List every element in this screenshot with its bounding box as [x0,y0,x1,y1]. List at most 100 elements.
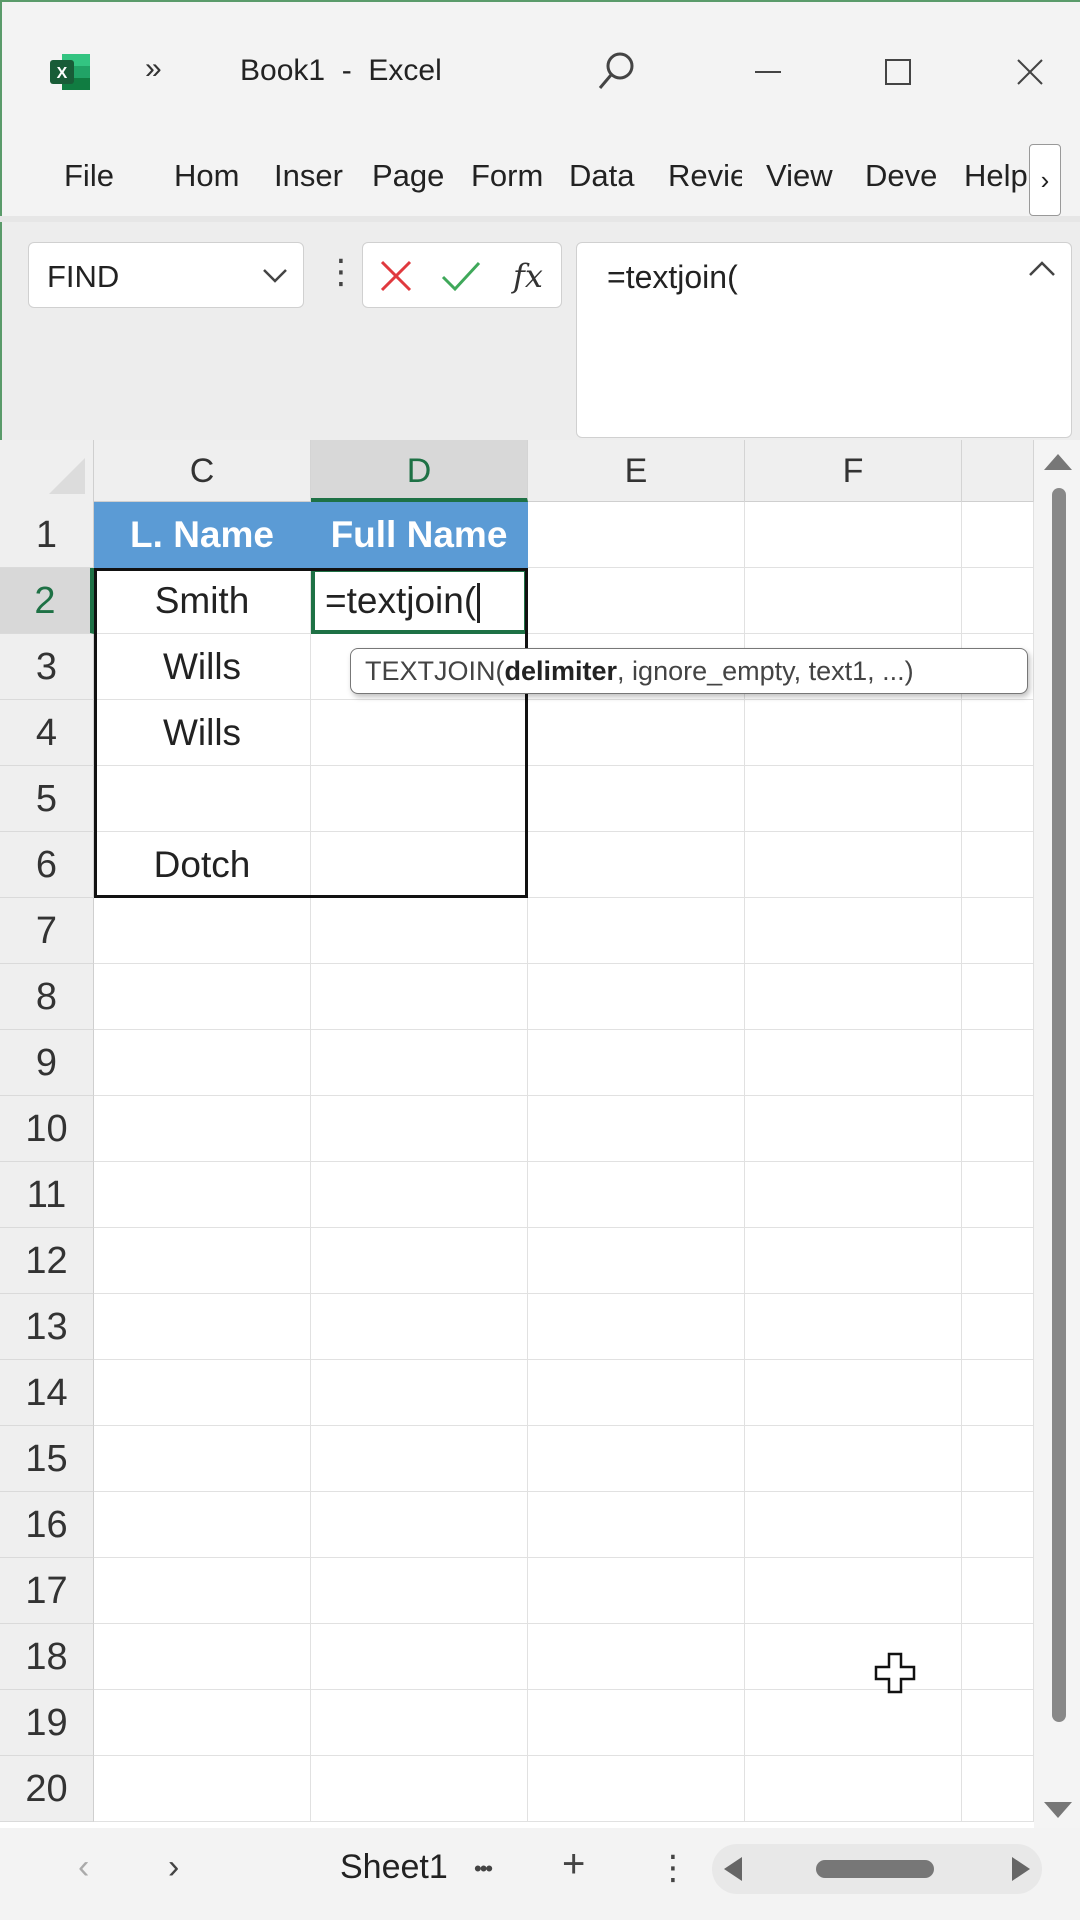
cell-e20[interactable] [528,1756,745,1822]
cell-g9[interactable] [962,1030,1034,1096]
cell-d1[interactable]: Full Name [311,502,528,568]
tooltip-current-arg[interactable]: delimiter [505,656,618,686]
cell-d12[interactable] [311,1228,528,1294]
row-header-12[interactable]: 12 [0,1228,94,1294]
name-box[interactable]: FIND [28,242,304,308]
row-header-19[interactable]: 19 [0,1690,94,1756]
cell-c12[interactable] [94,1228,311,1294]
cell-c2[interactable]: Smith [94,568,311,634]
vertical-scroll-thumb[interactable] [1052,488,1066,1722]
cell-f10[interactable] [745,1096,962,1162]
tab-view[interactable]: View [766,158,844,194]
cell-c16[interactable] [94,1492,311,1558]
row-header-5[interactable]: 5 [0,766,94,832]
minimize-button[interactable] [738,42,798,102]
enter-check-icon[interactable] [439,257,483,295]
cell-c1[interactable]: L. Name [94,502,311,568]
row-header-3[interactable]: 3 [0,634,94,700]
cell-d9[interactable] [311,1030,528,1096]
cell-c20[interactable] [94,1756,311,1822]
cell-d4[interactable] [311,700,528,766]
cell-g14[interactable] [962,1360,1034,1426]
cell-g6[interactable] [962,832,1034,898]
cell-c15[interactable] [94,1426,311,1492]
row-header-9[interactable]: 9 [0,1030,94,1096]
cell-g2[interactable] [962,568,1034,634]
cell-d13[interactable] [311,1294,528,1360]
cell-c7[interactable] [94,898,311,964]
select-all-corner[interactable] [0,440,94,502]
quick-access-overflow-icon[interactable]: » [145,52,162,86]
cell-c14[interactable] [94,1360,311,1426]
cell-e19[interactable] [528,1690,745,1756]
tab-help[interactable]: Help [964,158,1028,194]
cell-g16[interactable] [962,1492,1034,1558]
row-header-17[interactable]: 17 [0,1558,94,1624]
ribbon-more-tabs-button[interactable]: › [1029,144,1061,216]
row-header-8[interactable]: 8 [0,964,94,1030]
cell-c19[interactable] [94,1690,311,1756]
cell-g20[interactable] [962,1756,1034,1822]
maximize-button[interactable] [868,42,928,102]
vertical-scrollbar[interactable] [1034,440,1080,1828]
cell-e4[interactable] [528,700,745,766]
tab-formulas[interactable]: Form [471,158,547,194]
column-header-c[interactable]: C [94,440,311,502]
cell-c8[interactable] [94,964,311,1030]
previous-sheet-button[interactable]: ‹ [78,1848,89,1887]
cell-d6[interactable] [311,832,528,898]
tab-page-layout[interactable]: Page [372,158,448,194]
cell-e10[interactable] [528,1096,745,1162]
row-header-7[interactable]: 7 [0,898,94,964]
row-header-18[interactable]: 18 [0,1624,94,1690]
cell-f12[interactable] [745,1228,962,1294]
horizontal-scroll-thumb[interactable] [816,1860,934,1878]
next-sheet-button[interactable]: › [168,1848,179,1887]
cell-d14[interactable] [311,1360,528,1426]
cell-f7[interactable] [745,898,962,964]
cell-g18[interactable] [962,1624,1034,1690]
cell-c4[interactable]: Wills [94,700,311,766]
cell-e18[interactable] [528,1624,745,1690]
cell-e12[interactable] [528,1228,745,1294]
cell-f19[interactable] [745,1690,962,1756]
collapse-formula-bar-icon[interactable] [1027,259,1057,279]
row-header-11[interactable]: 11 [0,1162,94,1228]
scroll-left-arrow-icon[interactable] [724,1857,742,1881]
scroll-up-arrow-icon[interactable] [1044,454,1072,470]
cell-e6[interactable] [528,832,745,898]
cell-c5[interactable] [94,766,311,832]
cell-e17[interactable] [528,1558,745,1624]
cell-f2[interactable] [745,568,962,634]
cell-e1[interactable] [528,502,745,568]
cell-g17[interactable] [962,1558,1034,1624]
cell-g12[interactable] [962,1228,1034,1294]
column-header-e[interactable]: E [528,440,745,502]
row-header-10[interactable]: 10 [0,1096,94,1162]
cell-f17[interactable] [745,1558,962,1624]
column-header-f[interactable]: F [745,440,962,502]
cell-c9[interactable] [94,1030,311,1096]
column-header-g[interactable] [962,440,1034,502]
cell-c3[interactable]: Wills [94,634,311,700]
cell-d7[interactable] [311,898,528,964]
row-header-16[interactable]: 16 [0,1492,94,1558]
cell-c10[interactable] [94,1096,311,1162]
cell-e2[interactable] [528,568,745,634]
close-button[interactable] [1000,42,1060,102]
cell-f16[interactable] [745,1492,962,1558]
cell-g10[interactable] [962,1096,1034,1162]
cell-e8[interactable] [528,964,745,1030]
chevron-down-icon[interactable] [261,265,289,285]
row-header-14[interactable]: 14 [0,1360,94,1426]
cell-d19[interactable] [311,1690,528,1756]
cancel-x-icon[interactable] [377,257,415,295]
tab-data[interactable]: Data [569,158,647,194]
cell-c17[interactable] [94,1558,311,1624]
formula-bar-more-icon[interactable]: ⋮ [324,252,358,292]
insert-function-fx-icon[interactable]: fx [509,255,553,299]
row-header-2[interactable]: 2 [0,568,94,634]
row-header-20[interactable]: 20 [0,1756,94,1822]
row-header-6[interactable]: 6 [0,832,94,898]
cell-d15[interactable] [311,1426,528,1492]
